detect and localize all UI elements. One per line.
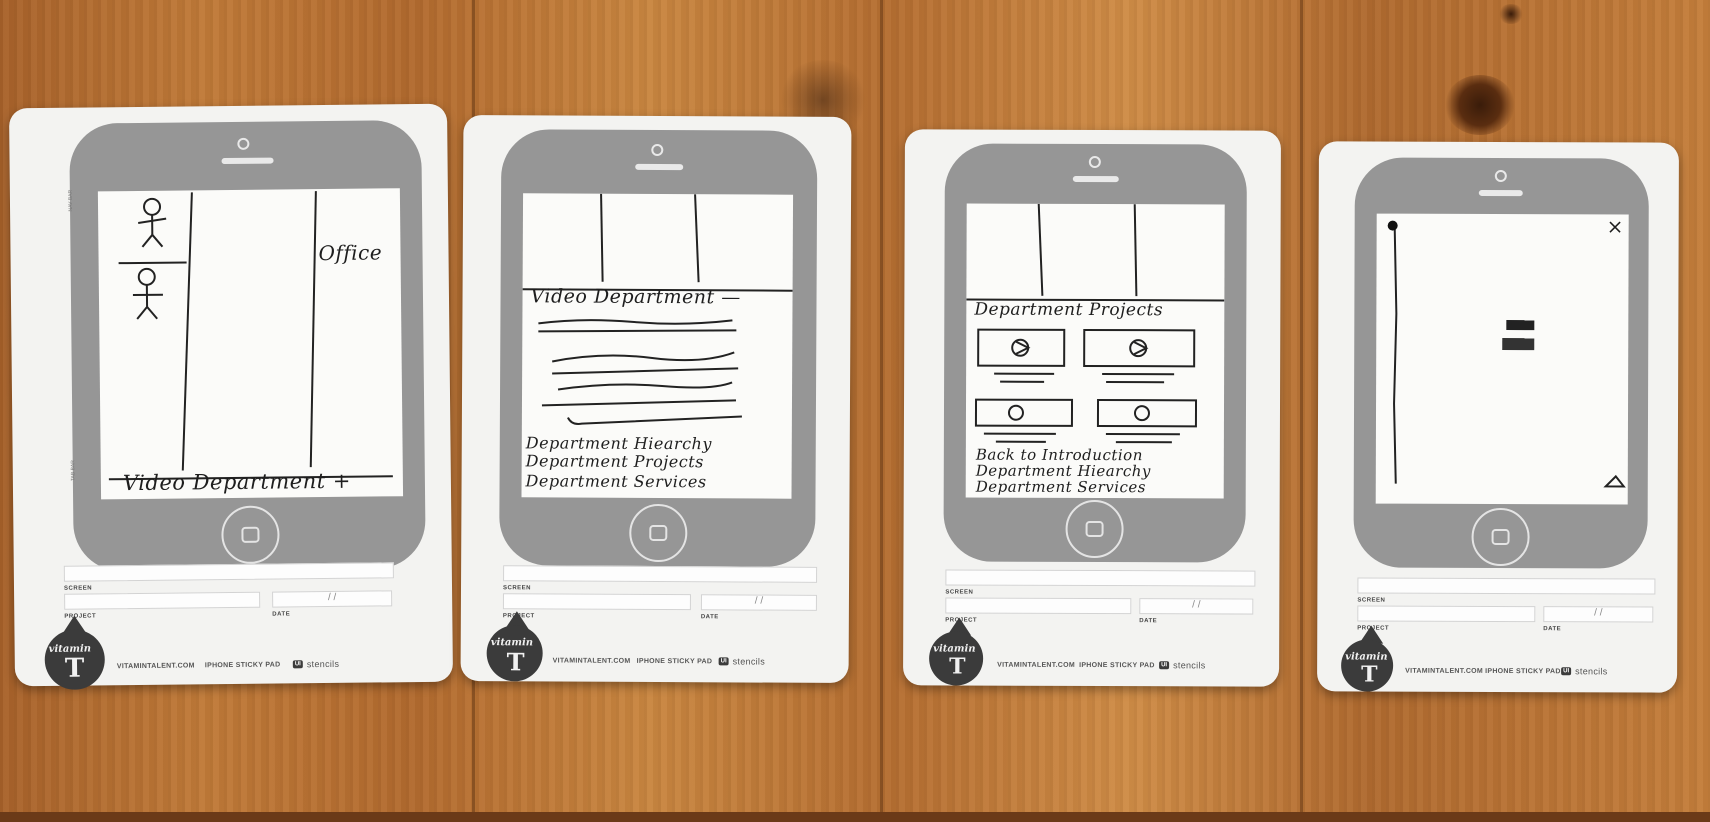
sketch-heading: Department Projects [974, 299, 1164, 321]
ui-badge: UI [1159, 661, 1170, 670]
nav-bar-tick: NAV BAR [67, 189, 74, 212]
date-field: / / [1139, 598, 1254, 615]
camera-icon [651, 143, 664, 157]
home-button-icon [1065, 499, 1124, 559]
sketch-card-3: Department Projects Back to Introduction… [903, 129, 1281, 687]
sketch-link: Department Services [525, 471, 707, 492]
wood-knot [1445, 75, 1515, 135]
footer-site: VITAMINTALENT.COM [552, 657, 631, 665]
camera-icon [1494, 169, 1507, 183]
sketch-screen-1: Office Video Department + [97, 188, 404, 500]
speaker-icon [635, 163, 684, 171]
screen-field [503, 565, 818, 583]
sketch-link: Department Hiearchy [525, 433, 712, 454]
screen-label: SCREEN [1357, 597, 1386, 604]
footer-site: VITAMINTALENT.COM [1405, 667, 1484, 675]
sketch-heading: Video Department — [530, 285, 741, 309]
footer-stencils: stencils [306, 658, 340, 670]
footer-pad: IPHONE STICKY PAD [636, 657, 713, 666]
footer-site: VITAMINTALENT.COM [116, 662, 195, 671]
screen-label: SCREEN [63, 585, 93, 592]
footer-pad: IPHONE STICKY PAD [1079, 661, 1155, 670]
speaker-icon [1478, 189, 1523, 197]
project-field [945, 597, 1132, 615]
sketch-screen-2: Video Department — Department Hiearchy D… [521, 193, 794, 499]
table-seam [880, 0, 883, 822]
date-label: DATE [1139, 618, 1158, 625]
footer-pad: IPHONE STICKY PAD [1485, 667, 1561, 676]
speaker-icon [221, 157, 274, 165]
screen-field [1357, 577, 1656, 595]
screen-label: SCREEN [502, 585, 532, 592]
date-field: / / [1543, 606, 1654, 623]
sketch-link: Department Services [975, 477, 1147, 497]
project-field [64, 591, 261, 610]
home-button-icon [629, 503, 688, 563]
home-button-icon [221, 505, 280, 565]
date-label: DATE [272, 611, 291, 618]
sketch-screen-4: × [1375, 213, 1629, 505]
sketch-screen-3: Department Projects Back to Introduction… [965, 203, 1225, 499]
logo-letter: T [64, 653, 85, 684]
sketch-card-1: Office Video Department + NAV BAR TAB BA… [8, 103, 454, 690]
sketch-card-2: Video Department — Department Hiearchy D… [460, 114, 852, 684]
phone-outline: Video Department — Department Hiearchy D… [499, 129, 818, 567]
phone-outline: Office Video Department + [69, 119, 426, 572]
wood-knot [1498, 4, 1524, 24]
tab-bar-tick: TAB BAR [70, 460, 77, 482]
logo-letter: T [506, 647, 525, 677]
logo-letter: T [949, 653, 966, 680]
date-label: DATE [700, 614, 719, 621]
close-icon: × [1606, 214, 1624, 239]
footer-pad: IPHONE STICKY PAD [204, 661, 281, 670]
table-seam [1300, 0, 1303, 822]
project-field [1357, 605, 1536, 623]
ui-badge: UI [292, 660, 303, 669]
phone-outline: × [1353, 157, 1649, 569]
phone-outline: Department Projects Back to Introduction… [943, 143, 1247, 563]
sketch-caption: Video Department + [122, 468, 352, 496]
office-label: Office [318, 240, 383, 266]
footer-site: VITAMINTALENT.COM [997, 661, 1076, 669]
screen-label: SCREEN [945, 589, 974, 596]
table-edge [0, 812, 1710, 822]
screen-field [63, 562, 394, 582]
footer-stencils: stencils [1575, 666, 1608, 677]
camera-icon [237, 137, 250, 150]
ui-badge: UI [718, 657, 729, 666]
footer-stencils: stencils [732, 656, 766, 667]
date-field: / / [272, 590, 393, 608]
sketch-card-4: × SCREEN / / PROJECT DATE vitamin T VITA… [1317, 141, 1679, 693]
home-button-icon [1471, 507, 1530, 567]
date-label: DATE [1543, 626, 1562, 633]
date-field: / / [700, 594, 817, 611]
project-field [502, 593, 691, 611]
ui-badge: UI [1561, 667, 1572, 676]
footer-stencils: stencils [1173, 660, 1206, 671]
camera-icon [1088, 155, 1101, 169]
screen-field [945, 569, 1256, 587]
speaker-icon [1072, 175, 1119, 183]
sketch-link: Department Projects [525, 451, 704, 472]
logo-letter: T [1361, 661, 1378, 688]
